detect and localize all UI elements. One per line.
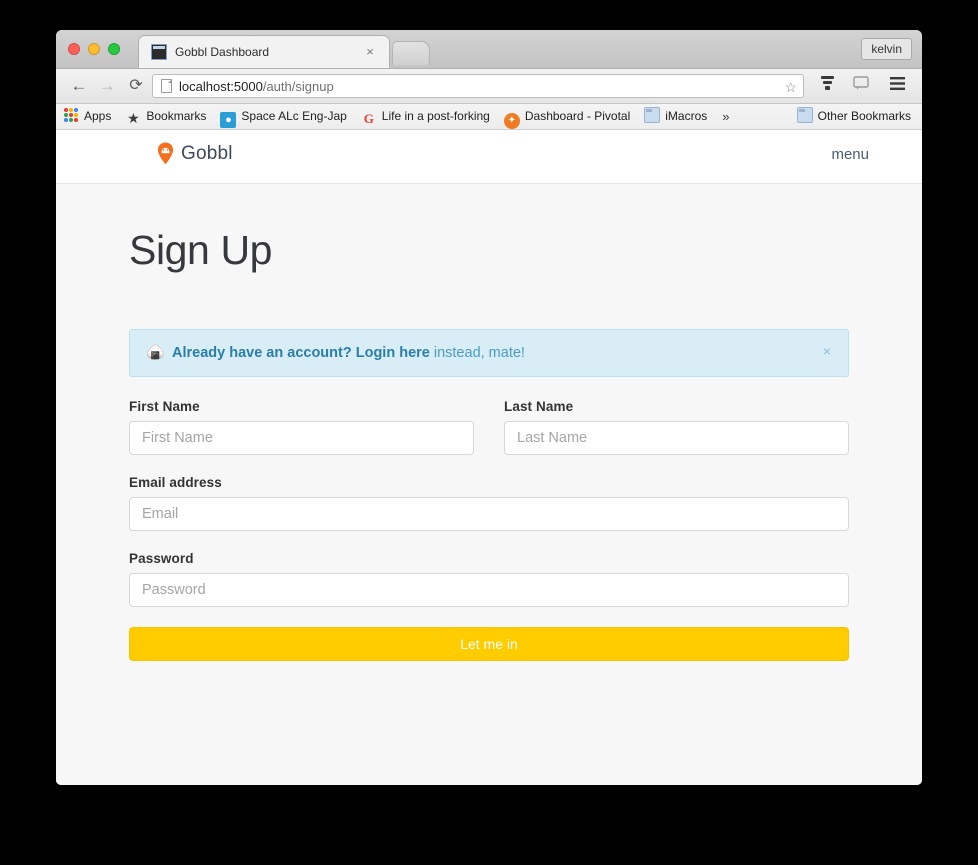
- google-g-icon: G: [363, 111, 374, 126]
- password-label: Password: [129, 551, 194, 566]
- login-alert-text: Already have an account? Login here inst…: [172, 344, 525, 363]
- bookmark-label: Space ALc Eng-Jap: [241, 109, 347, 123]
- url-host: localhost:5000: [179, 79, 263, 94]
- brand-logo[interactable]: Gobbl: [157, 142, 233, 165]
- last-name-label: Last Name: [504, 399, 574, 414]
- last-name-field-group: Last Name: [504, 399, 849, 455]
- bookmarks-overflow-button[interactable]: »: [714, 104, 737, 129]
- window-close-button[interactable]: [68, 43, 80, 55]
- page-title: Sign Up: [129, 227, 273, 273]
- login-alert-tail: instead, mate!: [429, 345, 525, 361]
- window-maximize-button[interactable]: [108, 43, 120, 55]
- bookmark-life-post-forking[interactable]: G Life in a post-forking: [354, 104, 497, 129]
- bookmark-imacros[interactable]: iMacros: [637, 104, 714, 129]
- profile-chip[interactable]: kelvin: [861, 38, 912, 60]
- site-header: Gobbl menu: [56, 130, 922, 184]
- extension-icon[interactable]: [816, 75, 838, 97]
- browser-tab-active[interactable]: Gobbl Dashboard ×: [138, 35, 390, 68]
- address-bar[interactable]: localhost:5000/auth/signup ☆: [152, 74, 804, 98]
- first-name-label: First Name: [129, 399, 200, 414]
- first-name-input[interactable]: [129, 421, 474, 455]
- browser-tab-title: Gobbl Dashboard: [175, 45, 270, 59]
- last-name-input[interactable]: [504, 421, 849, 455]
- bookmarks-bar: Apps ★ Bookmarks ● Space ALc Eng-Jap G Life…: [56, 104, 922, 130]
- password-input[interactable]: [129, 573, 849, 607]
- bookmark-label: Apps: [84, 109, 112, 123]
- login-here-link[interactable]: Already have an account? Login here: [172, 345, 430, 361]
- reload-icon[interactable]: ⟳: [125, 75, 147, 97]
- bookmark-dashboard-pivotal[interactable]: ✦ Dashboard - Pivotal: [497, 104, 637, 129]
- comment-bubble-icon[interactable]: [850, 75, 872, 97]
- bookmark-star-icon[interactable]: ☆: [784, 78, 797, 96]
- bookmark-label: Other Bookmarks: [817, 109, 911, 123]
- bookmark-other-bookmarks[interactable]: Other Bookmarks: [790, 104, 918, 129]
- terminal-favicon: [151, 44, 167, 60]
- apps-grid-icon: [63, 107, 79, 123]
- hamburger-menu-icon[interactable]: [886, 75, 908, 97]
- browser-window: Gobbl Dashboard × kelvin ← → ⟳ localhost…: [56, 30, 922, 785]
- close-icon[interactable]: ×: [819, 343, 835, 359]
- browser-toolbar: ← → ⟳ localhost:5000/auth/signup ☆: [56, 69, 922, 104]
- bookmark-label: Life in a post-forking: [381, 109, 490, 123]
- bookmark-label: Bookmarks: [146, 109, 207, 123]
- browser-tab-strip: Gobbl Dashboard × kelvin: [56, 30, 922, 69]
- first-name-field-group: First Name: [129, 399, 474, 455]
- new-tab-button[interactable]: [391, 41, 431, 65]
- email-input[interactable]: [129, 497, 849, 531]
- email-label: Email address: [129, 475, 222, 490]
- map-pin-icon: [157, 142, 174, 165]
- page-document-icon: [161, 79, 172, 93]
- login-alert: 🍙 Already have an account? Login here in…: [129, 329, 849, 377]
- bookmark-label: iMacros: [665, 109, 708, 123]
- folder-icon: [796, 107, 813, 123]
- nav-menu-button[interactable]: menu: [831, 145, 869, 165]
- rice-ball-icon: 🍙: [146, 344, 165, 361]
- email-field-group: Email address: [129, 475, 849, 531]
- close-icon[interactable]: ×: [363, 45, 377, 59]
- url-path: /auth/signup: [262, 79, 334, 94]
- orange-circle-icon: ✦: [503, 113, 520, 129]
- bookmark-apps[interactable]: Apps: [56, 104, 118, 129]
- bookmark-label: Dashboard - Pivotal: [524, 109, 631, 123]
- name-row: First Name Last Name: [129, 399, 849, 475]
- forward-arrow-icon[interactable]: →: [96, 75, 118, 97]
- address-bar-url: localhost:5000/auth/signup: [179, 78, 334, 96]
- star-icon: ★: [127, 110, 140, 126]
- folder-icon: [644, 107, 661, 123]
- window-minimize-button[interactable]: [88, 43, 100, 55]
- signup-form: First Name Last Name Email address Passw…: [129, 399, 849, 661]
- bookmark-space-alc[interactable]: ● Space ALc Eng-Jap: [213, 104, 353, 129]
- blue-square-icon: ●: [220, 112, 237, 128]
- page-viewport: Gobbl menu Sign Up 🍙 Already have an acc…: [56, 130, 922, 785]
- submit-button[interactable]: Let me in: [129, 627, 849, 661]
- back-arrow-icon[interactable]: ←: [68, 75, 90, 97]
- bookmark-bookmarks[interactable]: ★ Bookmarks: [118, 104, 213, 129]
- brand-name: Gobbl: [181, 143, 233, 164]
- password-field-group: Password: [129, 551, 849, 607]
- window-traffic-lights: [68, 43, 120, 55]
